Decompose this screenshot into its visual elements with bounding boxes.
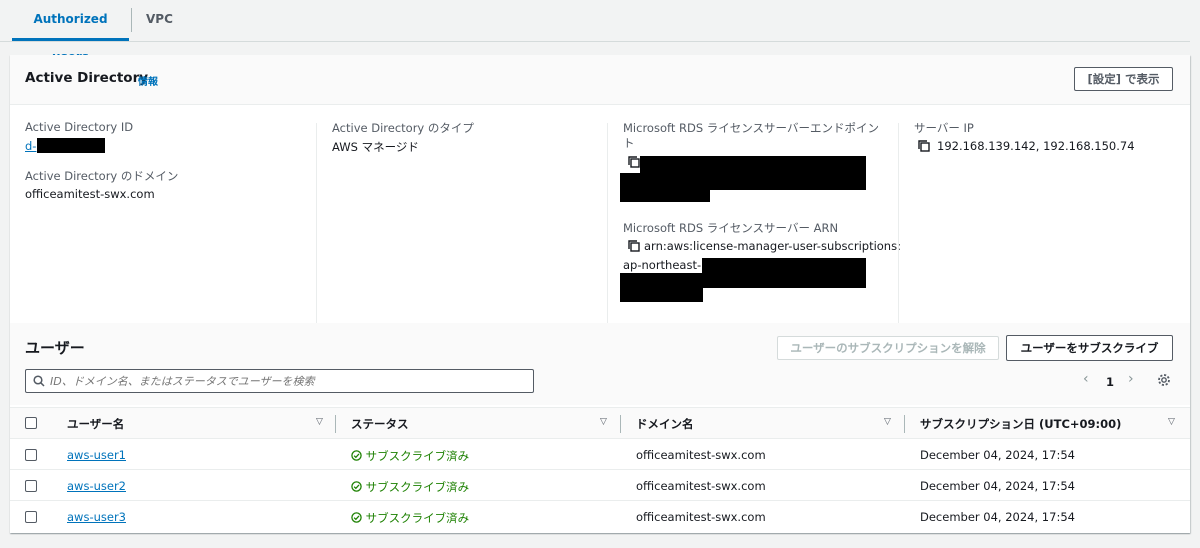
copy-icon[interactable] <box>917 139 931 153</box>
tab-bar: Authorized users VPC <box>0 0 1190 64</box>
active-directory-card: Active Directory 情報 [設定] で表示 Active Dire… <box>10 55 1190 533</box>
users-title: ユーザー <box>25 339 85 357</box>
domain-cell: officeamitest-swx.com <box>636 448 766 462</box>
ad-domain-value: officeamitest-swx.com <box>25 187 155 201</box>
table-row: aws-user3 サブスクライブ済み officeamitest-swx.co… <box>10 501 1190 532</box>
server-ip-value: 192.168.139.142, 192.168.150.74 <box>937 139 1135 153</box>
page-number[interactable]: 1 <box>1106 375 1114 389</box>
server-ip-label: サーバー IP <box>914 121 974 135</box>
search-input[interactable] <box>50 372 520 390</box>
info-link[interactable]: 情報 <box>138 73 158 88</box>
copy-icon[interactable] <box>627 239 641 253</box>
rds-arn-value-line2: ap-northeast-1: <box>623 258 713 272</box>
copy-icon[interactable] <box>627 155 641 169</box>
date-cell: December 04, 2024, 17:54 <box>920 510 1075 524</box>
status-badge: サブスクライブ済み <box>351 479 469 495</box>
date-cell: December 04, 2024, 17:54 <box>920 479 1075 493</box>
check-circle-icon <box>351 480 362 494</box>
sort-icon[interactable]: ▽ <box>884 417 891 427</box>
username-link[interactable]: aws-user3 <box>67 510 126 524</box>
username-link[interactable]: aws-user1 <box>67 448 126 462</box>
row-checkbox[interactable] <box>25 449 37 461</box>
column-header-username[interactable]: ユーザー名 <box>67 416 124 432</box>
domain-cell: officeamitest-swx.com <box>636 479 766 493</box>
ad-domain-label: Active Directory のドメイン <box>25 169 179 183</box>
table-row: aws-user2 サブスクライブ済み officeamitest-swx.co… <box>10 470 1190 501</box>
view-in-settings-button[interactable]: [設定] で表示 <box>1074 67 1173 91</box>
column-divider <box>335 415 336 433</box>
ad-type-value: AWS マネージド <box>332 140 419 154</box>
rds-endpoint-label-cont: ト <box>623 136 635 150</box>
row-checkbox[interactable] <box>25 511 37 523</box>
unsubscribe-users-button[interactable]: ユーザーのサブスクリプションを解除 <box>777 336 999 360</box>
subscribe-users-button[interactable]: ユーザーをサブスクライブ <box>1006 335 1173 361</box>
column-divider <box>620 415 621 433</box>
column-divider <box>607 123 608 355</box>
status-badge: サブスクライブ済み <box>351 448 469 464</box>
column-header-domain[interactable]: ドメイン名 <box>636 416 694 432</box>
redacted-block <box>702 258 866 288</box>
ad-id-link[interactable]: d- <box>25 139 36 153</box>
column-divider <box>898 123 899 355</box>
next-page-icon[interactable]: › <box>1128 371 1134 387</box>
search-icon <box>33 375 45 387</box>
username-link[interactable]: aws-user2 <box>67 479 126 493</box>
date-cell: December 04, 2024, 17:54 <box>920 448 1075 462</box>
tab-authorized-users[interactable]: Authorized users <box>12 0 129 64</box>
gear-icon[interactable] <box>1157 373 1171 390</box>
redacted-block <box>620 173 710 202</box>
ad-id-label: Active Directory ID <box>25 120 134 134</box>
card-title: Active Directory <box>25 70 149 86</box>
prev-page-icon[interactable]: ‹ <box>1083 371 1089 387</box>
card-header: Active Directory 情報 [設定] で表示 <box>10 55 1190 105</box>
table-header: ユーザー名 ▽ ステータス ▽ ドメイン名 ▽ サブスクリプション日 (UTC+… <box>10 407 1190 439</box>
rds-arn-label: Microsoft RDS ライセンスサーバー ARN <box>623 221 839 235</box>
domain-cell: officeamitest-swx.com <box>636 510 766 524</box>
rds-arn-value-line1: arn:aws:license-manager-user-subscriptio… <box>644 239 901 253</box>
redacted-block <box>37 138 105 153</box>
check-circle-icon <box>351 511 362 525</box>
tab-vpc[interactable]: VPC <box>131 8 187 32</box>
sort-icon[interactable]: ▽ <box>600 417 607 427</box>
column-divider <box>316 123 317 355</box>
status-badge: サブスクライブ済み <box>351 510 469 526</box>
row-checkbox[interactable] <box>25 480 37 492</box>
column-header-subscription-date[interactable]: サブスクリプション日 (UTC+09:00) <box>920 416 1121 432</box>
table-row: aws-user1 サブスクライブ済み officeamitest-swx.co… <box>10 439 1190 470</box>
redacted-block <box>620 273 703 302</box>
sort-icon[interactable]: ▽ <box>1168 417 1175 427</box>
user-search-field[interactable] <box>25 369 534 393</box>
column-header-status[interactable]: ステータス <box>351 416 409 432</box>
check-circle-icon <box>351 449 362 463</box>
select-all-checkbox[interactable] <box>25 417 37 429</box>
rds-endpoint-label: Microsoft RDS ライセンスサーバーエンドポイン <box>623 121 879 135</box>
column-divider <box>904 415 905 433</box>
sort-icon[interactable]: ▽ <box>316 417 323 427</box>
ad-type-label: Active Directory のタイプ <box>332 121 474 135</box>
